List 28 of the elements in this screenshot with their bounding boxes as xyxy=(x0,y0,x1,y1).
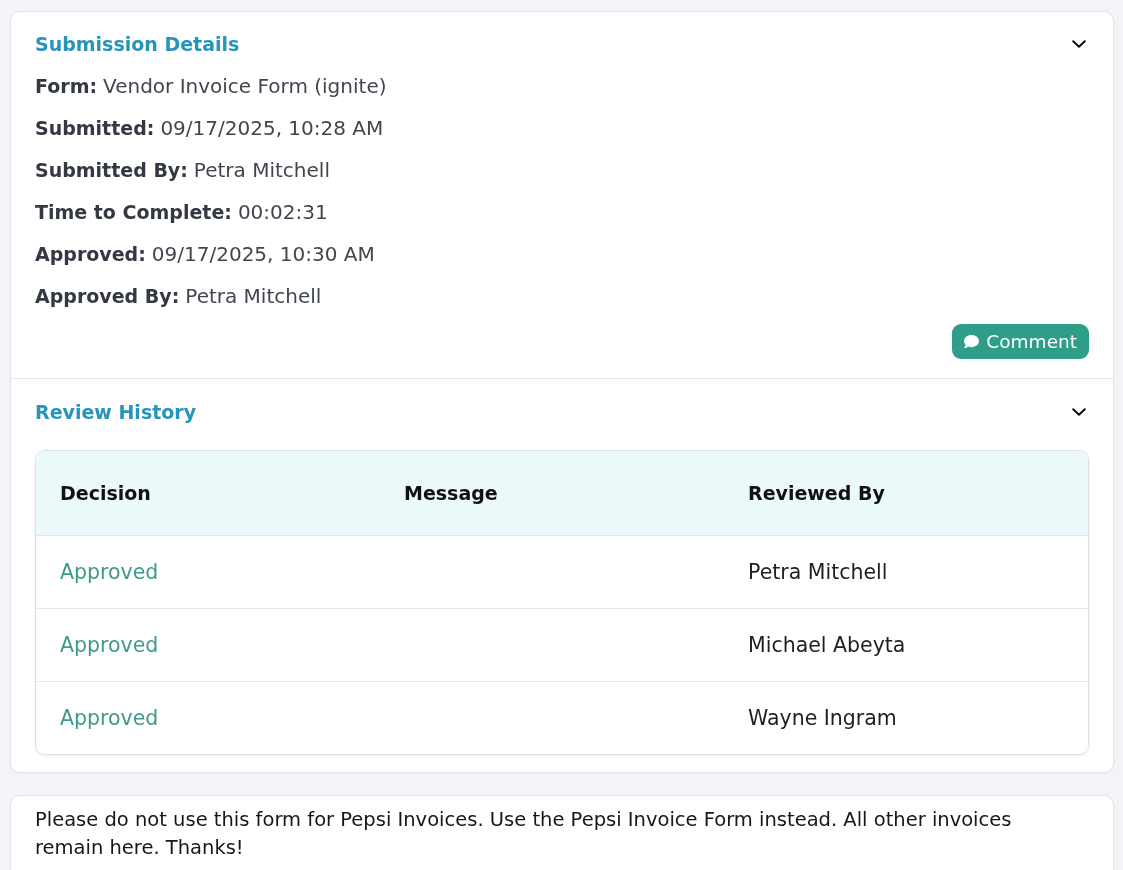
chevron-down-icon[interactable] xyxy=(1072,40,1086,48)
detail-value: 09/17/2025, 10:30 AM xyxy=(151,242,375,266)
column-header: Message xyxy=(404,482,498,504)
detail-label: Submitted: xyxy=(35,117,155,139)
table-cell: Petra Mitchell xyxy=(748,560,888,584)
detail-label: Submitted By: xyxy=(35,159,188,181)
speech-bubble-icon xyxy=(963,334,981,349)
chevron-down-icon[interactable] xyxy=(1072,408,1086,416)
detail-label: Time to Complete: xyxy=(35,201,232,223)
section-title: Submission Details xyxy=(35,33,240,55)
column-header: Reviewed By xyxy=(748,482,885,504)
table-cell: Approved xyxy=(60,706,159,730)
detail-value: Petra Mitchell xyxy=(193,158,330,182)
section-title: Review History xyxy=(35,401,197,423)
comment-button[interactable]: Comment xyxy=(952,324,1089,359)
table-cell: Michael Abeyta xyxy=(748,633,906,657)
detail-label: Form: xyxy=(35,75,98,97)
detail-value: Vendor Invoice Form (ignite) xyxy=(103,74,387,98)
column-header: Decision xyxy=(60,482,151,504)
detail-value: Petra Mitchell xyxy=(185,284,322,308)
detail-value: 09/17/2025, 10:28 AM xyxy=(160,116,384,140)
detail-value: 00:02:31 xyxy=(237,200,328,224)
detail-label: Approved: xyxy=(35,243,146,265)
notice-text: Please do not use this form for Pepsi Invoices. Use the Pepsi Invoice Form instead. All other invoices remain here. Thanks! xyxy=(34,807,1013,861)
detail-label: Approved By: xyxy=(35,285,180,307)
table-cell: Approved xyxy=(60,560,159,584)
table-cell: Wayne Ingram xyxy=(748,706,897,730)
table-cell: Approved xyxy=(60,633,159,657)
